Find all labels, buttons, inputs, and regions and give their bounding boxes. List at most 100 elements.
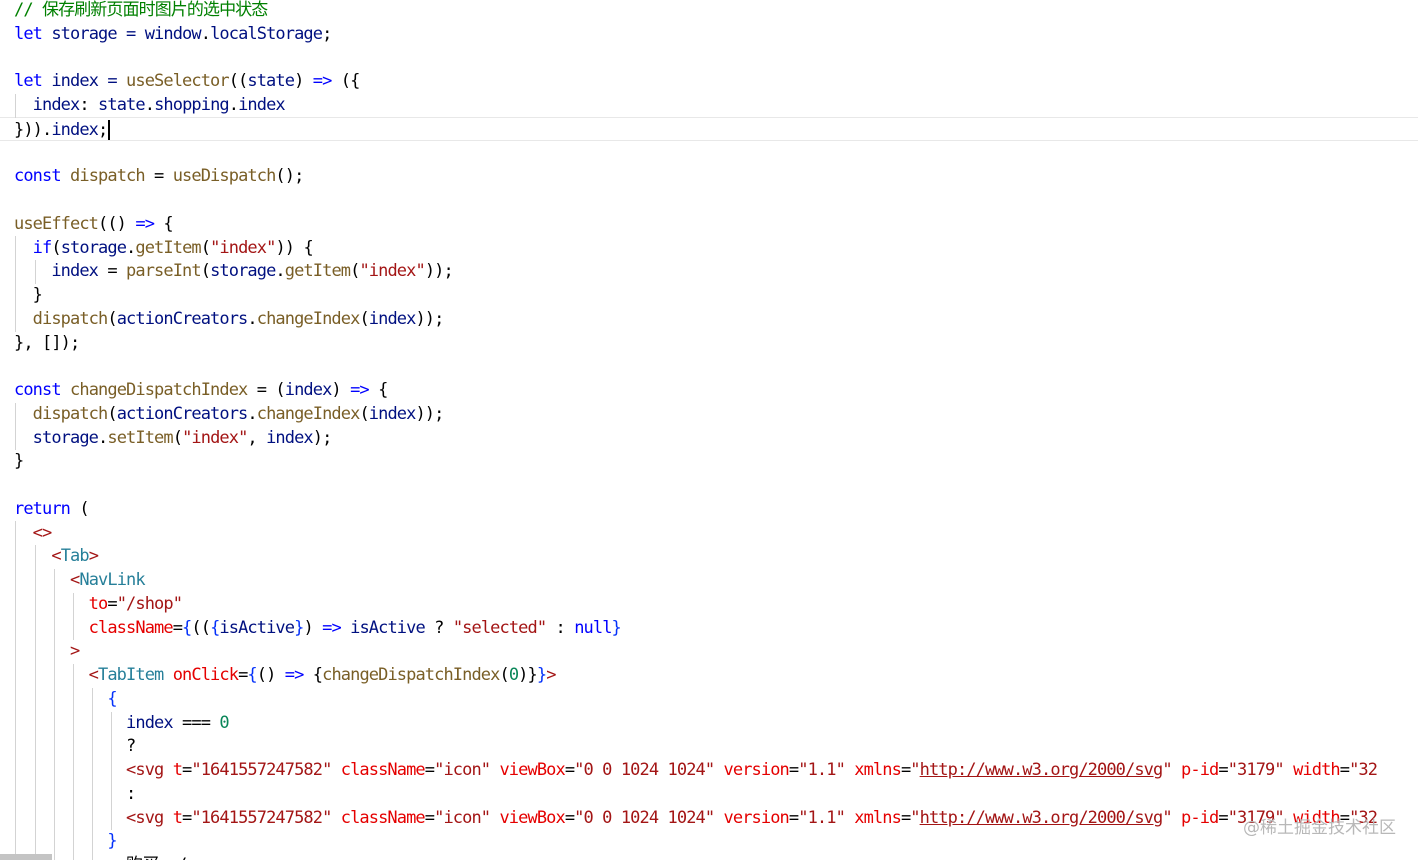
code-editor[interactable]: // 保存刷新页面时图片的选中状态 let storage = window.lo… xyxy=(0,0,1418,860)
code-line[interactable]: <svg t="1641557247582" className="icon" … xyxy=(0,758,1418,782)
code-token: if xyxy=(14,237,53,258)
code-line[interactable]: const dispatch = useDispatch(); xyxy=(0,164,1418,188)
code-token: index xyxy=(14,95,81,115)
code-token: } xyxy=(14,831,117,852)
code-token: dispatch xyxy=(60,166,146,187)
code-token: (); xyxy=(275,166,304,187)
code-token: < xyxy=(14,807,136,828)
code-line[interactable] xyxy=(0,473,1418,497)
code-line[interactable]: storage.setItem("index", index); xyxy=(0,426,1418,450)
code-token: index = xyxy=(42,71,127,92)
code-token: "1.1" xyxy=(798,760,846,780)
code-token: changeIndex xyxy=(256,403,361,424)
code-token: "32 xyxy=(1349,760,1378,780)
code-token: { xyxy=(368,380,388,400)
code-token: ? xyxy=(424,617,453,638)
code-token: = xyxy=(238,665,248,685)
code-token: const xyxy=(14,166,62,187)
code-token: . xyxy=(247,403,257,424)
code-token: index xyxy=(266,427,314,448)
code-token: index xyxy=(368,308,417,329)
code-line[interactable] xyxy=(0,354,1418,378)
code-token: window xyxy=(144,23,202,44)
code-token: useEffect xyxy=(14,213,99,234)
code-line[interactable]: useEffect(() => { xyxy=(0,212,1418,236)
code-token: dispatch xyxy=(14,308,109,329)
code-token: = xyxy=(98,261,127,282)
code-token: : xyxy=(79,95,99,115)
code-line[interactable]: dispatch(actionCreators.changeIndex(inde… xyxy=(0,307,1418,331)
code-line[interactable]: ? xyxy=(0,734,1418,758)
code-token: = xyxy=(424,760,435,780)
code-line[interactable]: dispatch(actionCreators.changeIndex(inde… xyxy=(0,402,1418,426)
indent-guide xyxy=(35,260,36,284)
code-token: ( xyxy=(200,237,211,258)
code-line[interactable]: // 保存刷新页面时图片的选中状态 xyxy=(0,0,1418,22)
code-line[interactable]: let storage = window.localStorage; xyxy=(0,22,1418,46)
indent-guide xyxy=(15,403,16,450)
code-token: { xyxy=(303,665,323,685)
code-line[interactable]: : xyxy=(0,782,1418,806)
code-token: " xyxy=(910,807,920,828)
code-token: null xyxy=(574,617,612,638)
code-line[interactable] xyxy=(0,188,1418,212)
code-line[interactable]: })).index; xyxy=(0,116,1418,141)
code-token: "0 0 1024 1024" xyxy=(574,807,715,828)
code-line[interactable]: <Tab> xyxy=(0,544,1418,568)
code-token: " xyxy=(1162,807,1172,828)
code-token: ( xyxy=(107,403,117,424)
code-token: = xyxy=(144,166,173,187)
code-token: xmlns xyxy=(844,807,902,828)
code-token: . xyxy=(126,237,136,258)
code-token: = xyxy=(900,807,911,828)
code-line[interactable]: } xyxy=(0,449,1418,473)
code-token: "1641557247582" xyxy=(191,760,332,780)
code-line[interactable]: > xyxy=(0,639,1418,663)
code-line[interactable]: const changeDispatchIndex = (index) => { xyxy=(0,378,1418,402)
indent-guide xyxy=(15,94,16,118)
code-line[interactable]: <TabItem onClick={() => {changeDispatchI… xyxy=(0,663,1418,687)
code-token: )) { xyxy=(275,237,313,258)
code-token: = xyxy=(182,760,192,780)
code-token: } xyxy=(611,617,622,638)
code-token: < xyxy=(14,546,61,567)
code-line[interactable]: className={(({isActive}) => isActive ? "… xyxy=(0,616,1418,640)
code-token: { xyxy=(210,617,220,638)
code-line[interactable]: } xyxy=(0,283,1418,307)
code-token: ( xyxy=(359,403,369,424)
code-line[interactable]: }, []); xyxy=(0,331,1418,355)
indent-guide xyxy=(73,664,74,860)
code-token: xmlns xyxy=(844,760,902,780)
code-token: )); xyxy=(424,261,454,282)
code-token: "0 0 1024 1024" xyxy=(574,760,715,780)
code-line[interactable]: index: state.shopping.index xyxy=(0,93,1418,117)
code-token: storage = xyxy=(42,23,145,44)
code-line[interactable]: return ( xyxy=(0,497,1418,521)
code-line[interactable]: let index = useSelector((state) => ({ xyxy=(0,69,1418,93)
code-token: 0 xyxy=(508,665,519,685)
code-line[interactable]: <NavLink xyxy=(0,568,1418,592)
code-line[interactable]: <> xyxy=(0,521,1418,545)
code-token: t xyxy=(163,760,183,780)
code-line[interactable]: } xyxy=(0,829,1418,853)
code-token: actionCreators xyxy=(116,403,249,424)
code-token: "3179" xyxy=(1227,760,1285,780)
code-token: > xyxy=(546,665,556,685)
code-token: , xyxy=(247,427,267,448)
code-line[interactable] xyxy=(0,141,1418,165)
horizontal-scrollbar-thumb[interactable] xyxy=(0,854,52,860)
code-token: ) xyxy=(303,617,323,638)
code-line[interactable]: index === 0 xyxy=(0,711,1418,735)
watermark-text: @稀土掘金技术社区 xyxy=(1243,818,1396,838)
code-line[interactable]: <svg t="1641557247582" className="icon" … xyxy=(0,806,1418,830)
code-line[interactable]: 购买 </ xyxy=(0,853,1418,860)
code-token: version xyxy=(714,760,790,780)
code-token: = xyxy=(788,760,799,780)
code-line[interactable] xyxy=(0,46,1418,70)
code-line[interactable]: index = parseInt(storage.getItem("index"… xyxy=(0,259,1418,283)
code-line[interactable]: { xyxy=(0,687,1418,711)
code-token: ) xyxy=(294,71,313,92)
code-line[interactable]: if(storage.getItem("index")) { xyxy=(0,236,1418,260)
code-token: ( xyxy=(499,665,509,685)
code-line[interactable]: to="/shop" xyxy=(0,592,1418,616)
